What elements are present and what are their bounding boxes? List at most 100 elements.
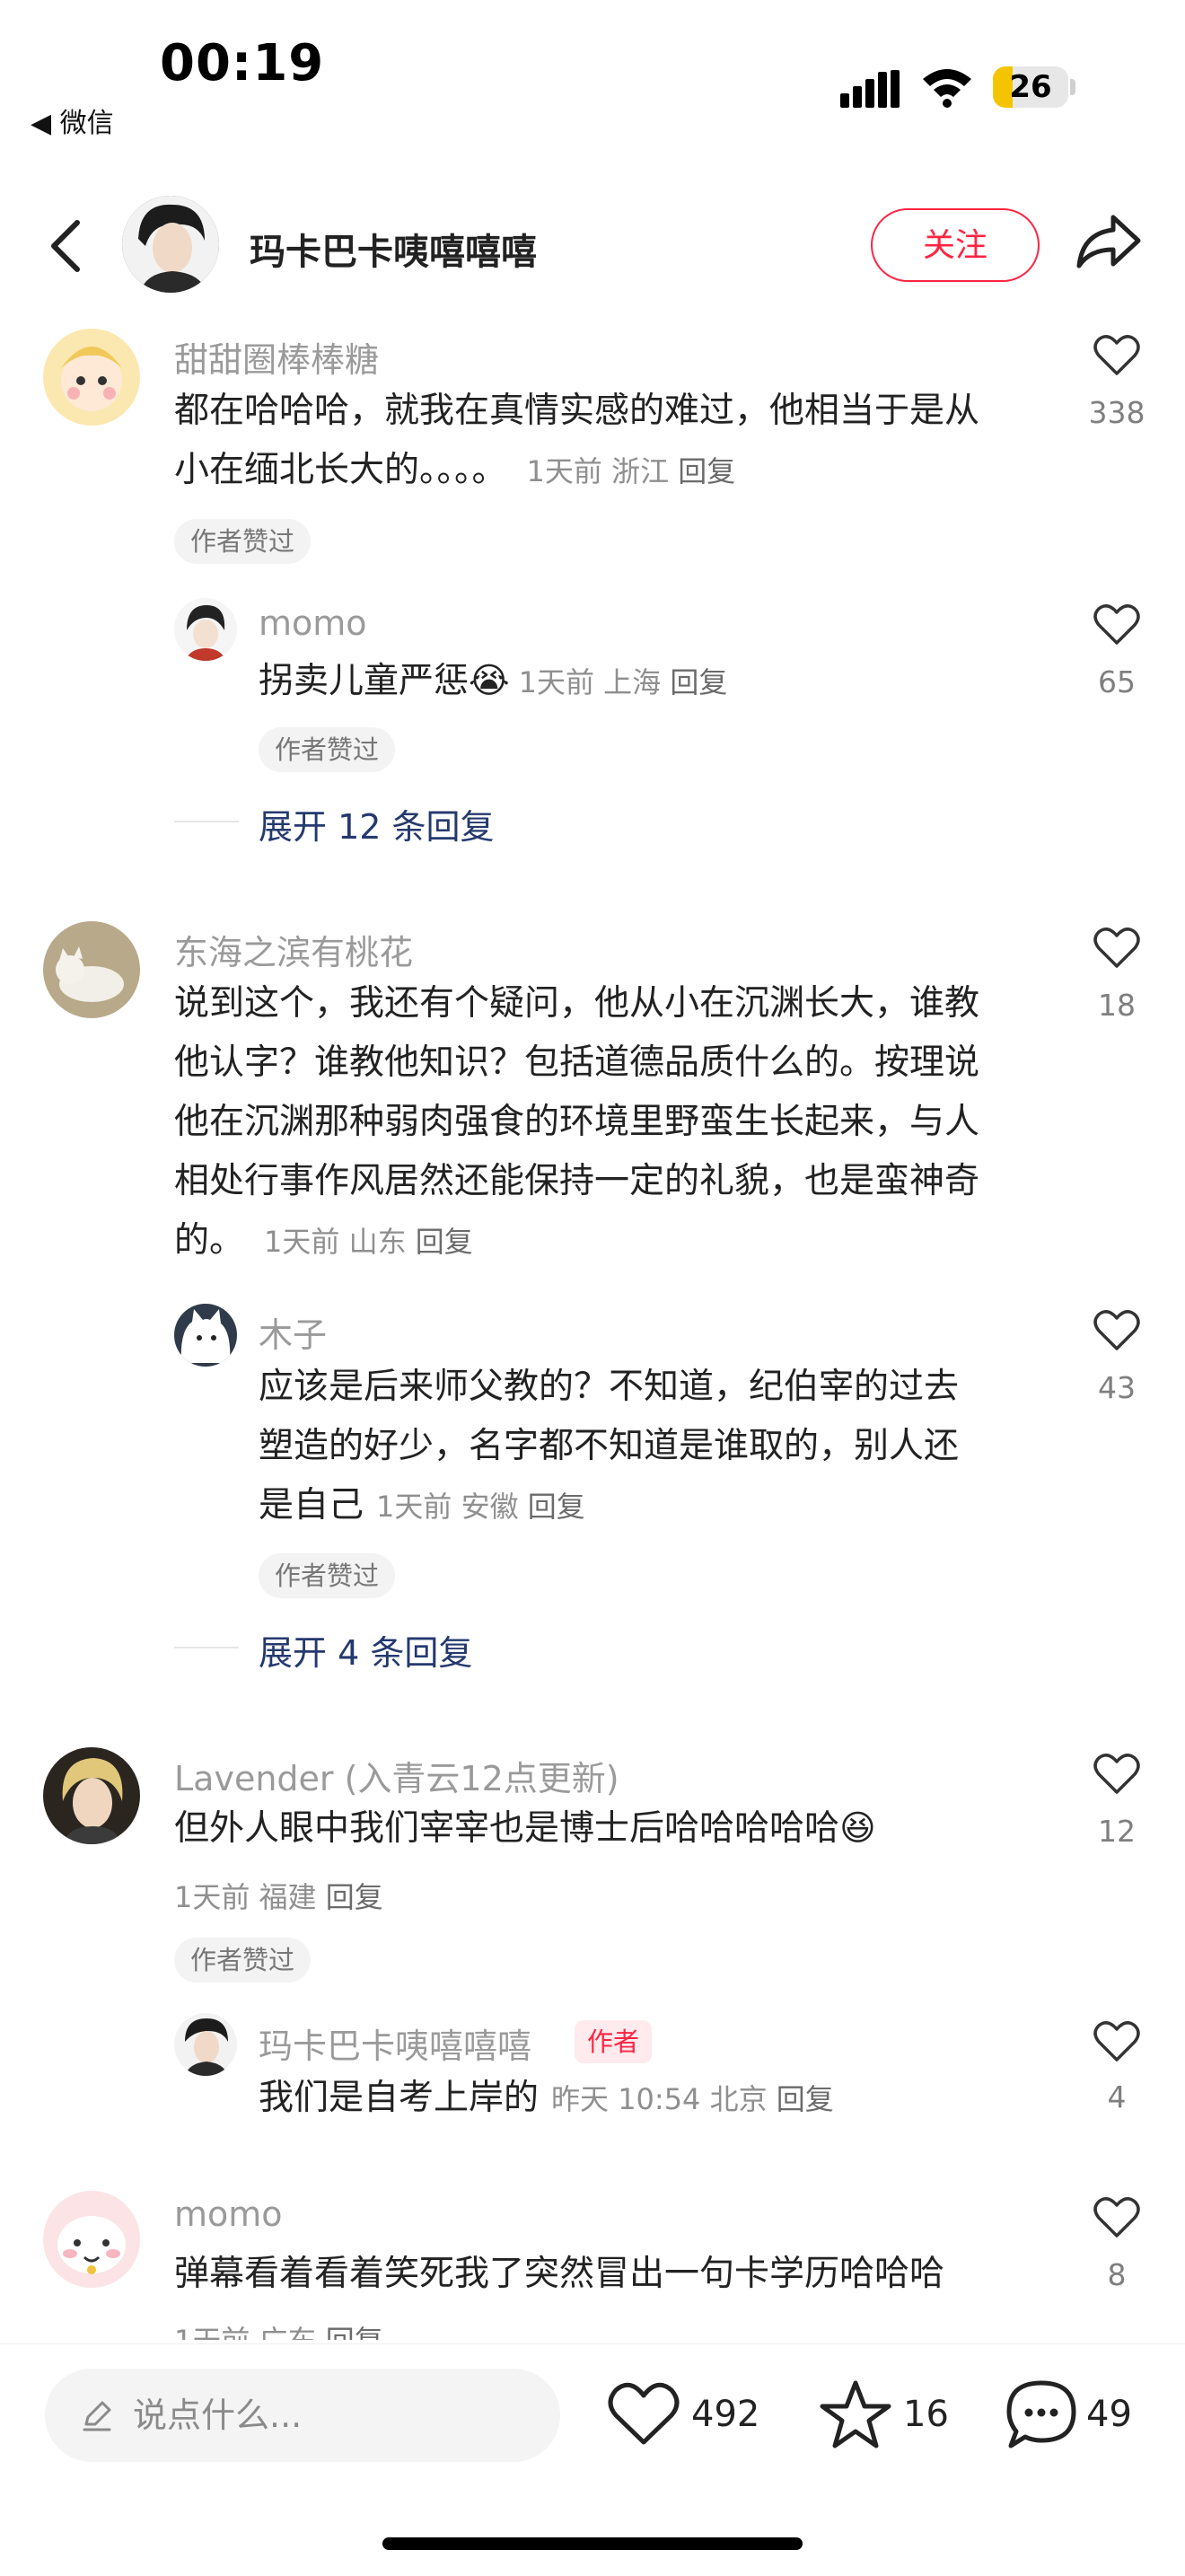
reply-line: 是自己 1天前 安徽 回复 [259,1476,1049,1536]
heart-icon[interactable] [1093,2196,1140,2239]
battery-cap [1070,79,1075,95]
author-liked-badge: 作者赞过 [259,1553,396,1598]
reply-avatar[interactable] [174,1304,237,1367]
expand-replies-button[interactable]: 展开 4 条回复 [259,1625,472,1675]
author-liked-badge: 作者赞过 [259,727,396,772]
heart-icon[interactable] [1093,2020,1140,2063]
share-icon[interactable] [1075,214,1142,269]
expand-divider [174,1647,239,1648]
author-avatar[interactable] [122,196,219,293]
reply-name[interactable]: momo [259,603,367,643]
signal-icon [840,70,900,108]
reply-line: 应该是后来师父教的？不知道，纪伯宰的过去 [259,1367,960,1407]
reply-button[interactable]: 回复 [777,2082,834,2116]
comment-time: 1天前 [174,1880,250,1914]
comment-time: 1天前 [526,454,602,488]
comment-line-text: 小在缅北长大的。。。。 [174,450,507,490]
reply-button[interactable]: 回复 [670,665,727,699]
comment-text: 说到这个，我还有个疑问，他从小在沉渊长大，谁教 他认字？谁教他知识？包括道德品质… [174,974,1054,1271]
reply-time: 1天前 [518,665,594,699]
commenter-avatar[interactable] [43,329,140,426]
commenter-avatar[interactable] [43,2191,140,2288]
reply-button[interactable]: 回复 [416,1225,473,1259]
reply-meta: 1天前 安徽 回复 [376,1490,585,1524]
commenter-name[interactable]: 甜甜圈棒棒糖 [174,332,379,382]
commenter-avatar[interactable] [43,1747,140,1844]
like-count: 43 [1098,1370,1136,1405]
comment-line: 说到这个，我还有个疑问，他从小在沉渊长大，谁教 [174,983,980,1024]
comment-meta: 1天前 福建 回复 [174,1875,383,1916]
comment-line: 都在哈哈哈，就我在真情实感的难过，他相当于是从 [174,391,980,431]
author-liked-badge: 作者赞过 [174,519,312,564]
comment-location: 浙江 [611,454,670,488]
reply-name[interactable]: 木子 [259,1307,327,1357]
comment-line-text: 的。 [174,1220,245,1261]
reply-meta: 1天前 上海 回复 [519,665,728,699]
pencil-icon [83,2401,111,2431]
status-time: 00:19 [160,34,325,92]
commenter-name[interactable]: momo [174,2194,283,2234]
reply-location: 上海 [603,665,662,699]
reply-text-body: 拐卖儿童严惩 [259,661,470,701]
comment-time: 1天前 [264,1225,340,1259]
expand-replies-button[interactable]: 展开 12 条回复 [259,799,495,848]
reply-location: 北京 [709,2082,768,2116]
heart-icon[interactable] [1093,603,1140,646]
back-icon[interactable] [47,219,83,273]
comment-text: 但外人眼中我们宰宰也是博士后哈哈哈哈哈😆 [174,1799,1054,1859]
comment-line: 相处行事作风居然还能保持一定的礼貌，也是蛮神奇 [174,1161,980,1201]
like-count: 65 [1098,664,1136,699]
reply-text: 应该是后来师父教的？不知道，纪伯宰的过去 塑造的好少，名字都不知道是谁取的，别人… [259,1358,1049,1536]
commenter-name[interactable]: Lavender (入青云12点更新) [174,1751,619,1800]
heart-icon[interactable] [1093,927,1140,970]
reply-time: 昨天 10:54 [551,2082,701,2116]
crying-emoji: 😭 [469,661,510,701]
expand-divider [174,821,239,822]
heart-icon[interactable] [1093,1309,1140,1352]
favorite-total: 16 [903,2394,949,2435]
like-count: 4 [1107,2079,1127,2114]
home-indicator [382,2537,803,2550]
like-total: 492 [691,2394,760,2435]
star-icon[interactable] [819,2379,892,2449]
reply-time: 1天前 [376,1490,452,1524]
heart-icon[interactable] [1093,1753,1140,1796]
comment-input[interactable]: 说点什么... [45,2369,560,2462]
reply-name[interactable]: 玛卡巴卡咦嘻嘻嘻 [259,2018,531,2068]
reply-button[interactable]: 回复 [326,1880,383,1914]
comment-input-placeholder: 说点什么... [133,2396,303,2435]
commenter-name[interactable]: 东海之滨有桃花 [174,925,413,974]
like-count: 12 [1098,1814,1136,1849]
comment-bubble-icon[interactable] [1005,2379,1077,2449]
reply-line: 塑造的好少，名字都不知道是谁取的，别人还 [259,1426,960,1466]
reply-text: 我们是自考上岸的 昨天 10:54 北京 回复 [259,2069,1049,2129]
back-to-wechat-link[interactable]: ◀ 微信 [31,101,114,140]
like-icon[interactable] [607,2381,680,2448]
comment-line: 小在缅北长大的。。。。 1天前 浙江 回复 [174,441,1054,501]
heart-icon[interactable] [1093,334,1140,377]
battery-level: 26 [1009,69,1052,105]
comment-line: 的。 1天前 山东 回复 [174,1211,1054,1271]
reply-text: 拐卖儿童严惩😭 1天前 上海 回复 [259,652,1049,712]
comment-total: 49 [1086,2394,1132,2435]
reply-text-body: 我们是自考上岸的 [259,2078,540,2118]
like-count: 18 [1098,988,1136,1023]
reply-avatar[interactable] [174,2013,237,2076]
author-liked-badge: 作者赞过 [174,1938,312,1983]
wifi-icon [923,69,971,108]
comment-location: 福建 [259,1880,317,1914]
laughing-emoji: 😆 [839,1808,876,1849]
reply-button[interactable]: 回复 [528,1490,585,1524]
comment-text: 都在哈哈哈，就我在真情实感的难过，他相当于是从 小在缅北长大的。。。。 1天前 浙… [174,382,1054,501]
comment-meta: 1天前 浙江 回复 [527,454,736,488]
follow-button[interactable]: 关注 [871,208,1040,282]
comment-location: 山东 [348,1225,407,1259]
commenter-avatar[interactable] [43,921,140,1018]
reply-button[interactable]: 回复 [678,454,735,488]
comment-text: 弹幕看着看着笑死我了突然冒出一句卡学历哈哈哈 [174,2254,945,2294]
author-tag: 作者 [575,2020,653,2063]
reply-avatar[interactable] [174,598,237,661]
comment-text-body: 但外人眼中我们宰宰也是博士后哈哈哈哈哈 [174,1808,840,1849]
author-name[interactable]: 玛卡巴卡咦嘻嘻嘻 [250,223,537,275]
reply-location: 安徽 [461,1490,519,1524]
